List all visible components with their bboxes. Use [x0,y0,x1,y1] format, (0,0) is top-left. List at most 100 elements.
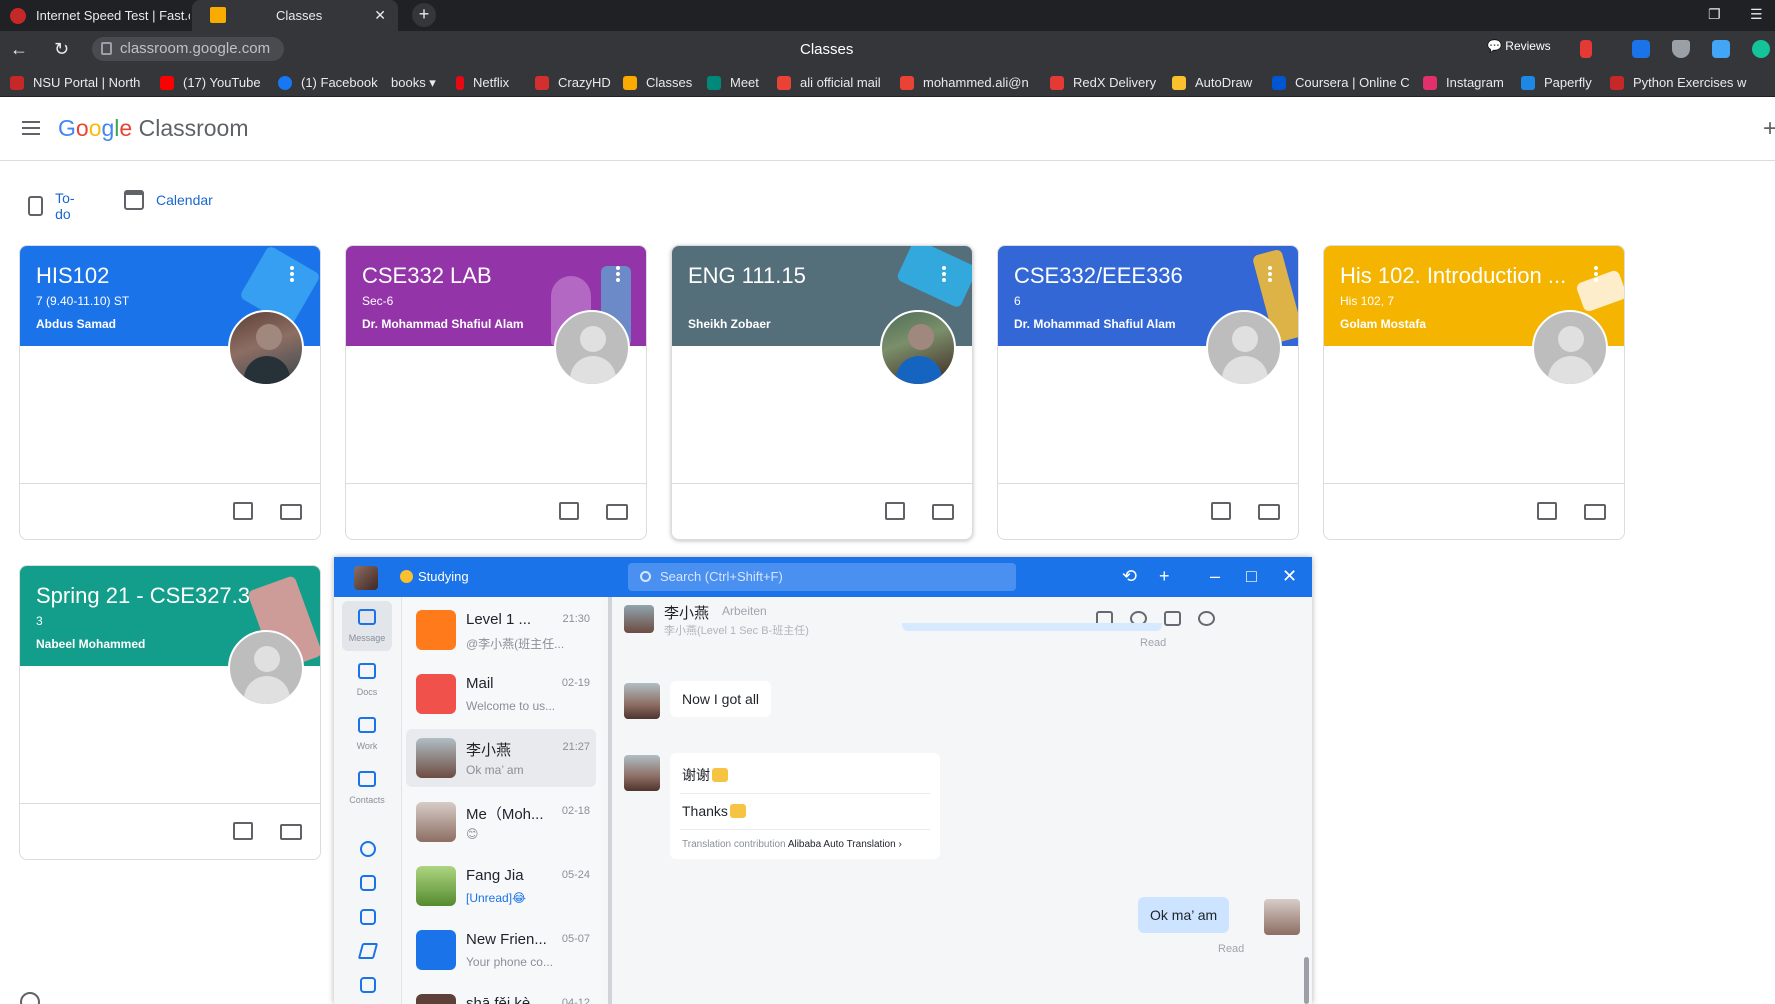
conversation-item-selected[interactable]: 李小燕 21:27 Ok ma’ am [406,729,596,787]
assignment-icon[interactable] [233,822,253,840]
close-icon[interactable]: ✕ [1282,566,1297,586]
bookmark-official-mail[interactable]: ali official mail [777,75,881,90]
bookmark-nsu-portal[interactable]: NSU Portal | North [10,75,140,90]
assignment-icon[interactable] [1211,502,1231,520]
add-icon[interactable]: + [1159,566,1170,586]
tab-speed-test[interactable]: Internet Speed Test | Fast.c [0,0,190,31]
contact-avatar[interactable] [624,605,654,633]
shield-icon[interactable] [1672,40,1690,58]
task-icon[interactable] [360,909,376,925]
lightning-icon[interactable] [357,943,379,959]
calendar-icon[interactable] [360,875,376,891]
folder-icon[interactable] [1258,504,1280,520]
class-card-his102-intro[interactable]: His 102. Introduction ... His 102, 7 Gol… [1323,245,1625,540]
screen-extension-icon[interactable] [1632,40,1650,58]
bookmark-python[interactable]: Python Exercises w [1610,75,1760,90]
bookmark-facebook[interactable]: (1) Facebook [278,75,378,90]
reviews-button[interactable]: 💬 Reviews [1487,39,1551,53]
nav-docs[interactable]: Docs [342,655,392,705]
card-title[interactable]: ENG 111.15 [688,263,938,289]
bookmark-paperfly[interactable]: Paperfly [1521,75,1592,90]
assignment-icon[interactable] [1537,502,1557,520]
bookmark-instagram[interactable]: Instagram [1423,75,1504,90]
settings-icon[interactable] [1198,611,1215,626]
help-icon[interactable] [20,992,40,1004]
folder-icon[interactable] [1584,504,1606,520]
card-title[interactable]: Spring 21 - CSE327.3 [36,583,286,609]
more-options-icon[interactable] [1268,266,1272,282]
translation-source[interactable]: Alibaba Auto Translation › [788,839,902,850]
bookmark-redx[interactable]: RedX Delivery [1050,75,1156,90]
grammarly-icon[interactable] [1752,40,1770,58]
bookmark-crazyhd[interactable]: CrazyHD [535,75,611,90]
folder-icon[interactable] [606,504,628,520]
folder-icon[interactable] [932,504,954,520]
conversation-item[interactable]: shā fěi kè 04-12 [406,985,596,1004]
bookmark-autodraw[interactable]: AutoDraw [1172,75,1252,90]
my-message-bubble[interactable]: Ok ma’ am [1138,897,1230,933]
conversation-item[interactable]: Mail 02-19 Welcome to us... [406,665,596,723]
folder-icon[interactable] [280,504,302,520]
class-card-cse332-eee336[interactable]: CSE332/EEE336 6 Dr. Mohammad Shafiul Ala… [997,245,1299,540]
bookmark-extension-icon[interactable] [1580,40,1592,58]
bookmark-youtube[interactable]: (17) YouTube [160,75,261,90]
tab-classes[interactable]: Classes ✕ [192,0,398,31]
tab-search-icon[interactable]: ❐ [1708,6,1721,23]
conversation-item[interactable]: Me（Moh... 02-18 😊 [406,793,596,851]
reload-icon[interactable]: ↻ [54,40,69,58]
maximize-icon[interactable]: □ [1246,566,1257,586]
address-bar[interactable]: classroom.google.com [92,37,284,61]
back-icon[interactable]: ← [10,40,28,58]
search-input[interactable]: Search (Ctrl+Shift+F) [628,563,1016,591]
nav-work[interactable]: Work [342,709,392,759]
conversation-item[interactable]: Level 1 ... 21:30 @李小燕(班主任... [406,601,596,659]
mail-icon[interactable] [360,977,376,993]
cloud-icon[interactable] [360,841,376,857]
bookmark-coursera[interactable]: Coursera | Online C [1272,75,1410,90]
class-card-cse332-lab[interactable]: CSE332 LAB Sec-6 Dr. Mohammad Shafiul Al… [345,245,647,540]
assignment-icon[interactable] [233,502,253,520]
my-avatar[interactable] [1264,899,1300,935]
class-card-his102[interactable]: HIS102 7 (9.40-11.10) ST Abdus Samad [19,245,321,540]
user-avatar[interactable] [354,566,378,590]
more-options-icon[interactable] [616,266,620,282]
contact-avatar[interactable] [624,755,660,791]
conversation-item[interactable]: Fang Jia 05-24 [Unread]😂 [406,857,596,915]
assignment-icon[interactable] [559,502,579,520]
translated-message-bubble[interactable]: 谢谢 Thanks Translation contribution Aliba… [670,753,940,859]
bookmark-classes[interactable]: Classes [623,75,692,90]
menu-icon[interactable]: ☰ [1750,6,1763,23]
close-tab-icon[interactable]: ✕ [374,7,386,24]
card-title[interactable]: His 102. Introduction ... [1340,263,1570,289]
more-options-icon[interactable] [1594,266,1598,282]
nav-contacts[interactable]: Contacts [342,763,392,813]
main-menu-icon[interactable] [22,121,40,135]
class-card-cse327[interactable]: Spring 21 - CSE327.3 3 Nabeel Mohammed [19,565,321,860]
add-class-icon[interactable]: + [1763,115,1775,143]
nav-message[interactable]: Message [342,601,392,651]
more-options-icon[interactable] [290,266,294,282]
bookmark-mohammed-mail[interactable]: mohammed.ali@n [900,75,1029,90]
bookmark-folder-books[interactable]: books ▾ [391,75,436,91]
more-options-icon[interactable] [942,266,946,282]
card-title[interactable]: HIS102 [36,263,286,289]
todo-link[interactable]: To-do [28,190,79,222]
google-classroom-logo[interactable]: Google Classroom [58,115,249,142]
folder-icon[interactable] [280,824,302,840]
status-selector[interactable]: Studying [400,569,469,584]
calendar-link[interactable]: Calendar [124,190,213,210]
card-title[interactable]: CSE332/EEE336 [1014,263,1264,289]
image-extension-icon[interactable] [1712,40,1730,58]
class-card-eng111[interactable]: ENG 111.15 Sheikh Zobaer [671,245,973,540]
conversation-scrollbar[interactable] [1304,957,1309,1004]
history-icon[interactable]: ⟲ [1122,566,1137,586]
new-tab-button[interactable]: + [412,3,436,27]
contact-avatar[interactable] [624,683,660,719]
card-title[interactable]: CSE332 LAB [362,263,612,289]
assignment-icon[interactable] [885,502,905,520]
message-bubble[interactable]: Now I got all [670,681,772,717]
bookmark-meet[interactable]: Meet [707,75,759,90]
bookmark-netflix[interactable]: Netflix [456,75,509,90]
minimize-icon[interactable]: – [1210,566,1220,586]
conversation-item[interactable]: New Frien... 05-07 Your phone co... [406,921,596,979]
